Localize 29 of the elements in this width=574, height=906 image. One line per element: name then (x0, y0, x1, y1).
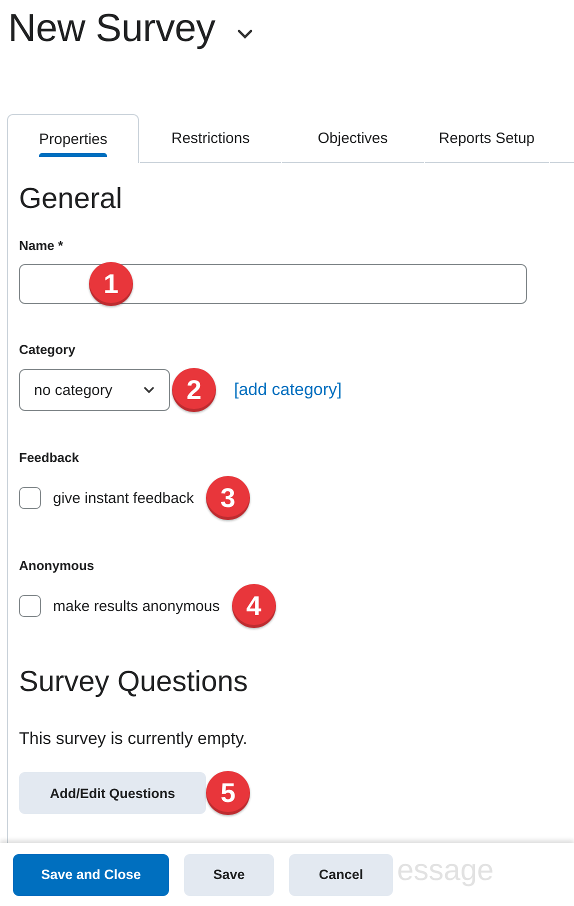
checkbox[interactable] (19, 595, 41, 617)
section-heading: General (19, 183, 124, 216)
number-badge: 2 (172, 368, 216, 412)
add-edit-questions-button[interactable]: Add/Edit Questions (19, 772, 206, 814)
add-category-link[interactable]: [add category] (234, 380, 342, 400)
footer-button[interactable]: Save and Close (13, 854, 169, 896)
category-dropdown[interactable]: no category (19, 369, 170, 411)
tab[interactable]: Objectives (282, 114, 424, 163)
empty-message: This survey is currently empty. (19, 729, 248, 749)
field-label: Name * (19, 238, 64, 253)
checkbox-label: give instant feedback (53, 490, 194, 506)
field-label: Category (19, 342, 76, 357)
number-badge: 5 (206, 771, 250, 815)
tab[interactable]: Reports Setup (424, 114, 549, 163)
tab[interactable]: Properties (7, 114, 140, 163)
checkbox[interactable] (19, 487, 41, 509)
chevron-down-icon (143, 386, 155, 394)
chevron-down-icon[interactable] (237, 29, 254, 39)
field-label: Feedback (19, 450, 80, 465)
footer-button[interactable]: Cancel (289, 854, 393, 896)
number-badge: 4 (232, 584, 276, 628)
tab[interactable]: Restrictions (140, 114, 281, 163)
number-badge: 3 (206, 476, 250, 520)
footer-button[interactable]: Save (184, 854, 274, 896)
page-title: New Survey (8, 7, 216, 51)
name-field[interactable] (19, 264, 527, 304)
checkbox-label: make results anonymous (53, 598, 220, 614)
section-heading: Survey Questions (19, 666, 249, 699)
field-label: Anonymous (19, 558, 96, 573)
